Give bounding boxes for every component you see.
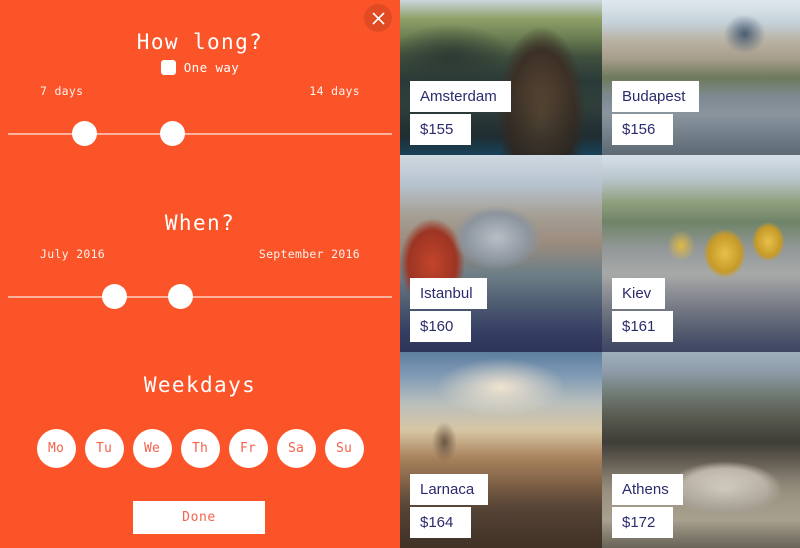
one-way-label: One way xyxy=(183,60,240,75)
one-way-toggle[interactable]: One way xyxy=(0,60,400,75)
weekday-selector: Mo Tu We Th Fr Sa Su xyxy=(0,429,400,468)
destination-price: $160 xyxy=(410,311,472,342)
date-track-wrap[interactable] xyxy=(0,277,400,317)
duration-handle-min[interactable] xyxy=(71,121,97,146)
weekday-pill-mo[interactable]: Mo xyxy=(36,429,76,468)
destination-city-name: Kiev xyxy=(612,278,666,309)
weekday-pill-tu[interactable]: Tu xyxy=(84,429,124,468)
weekday-label: Tu xyxy=(95,441,113,456)
section-title-weekdays: Weekdays xyxy=(143,373,257,397)
destination-label-stack: Amsterdam $155 xyxy=(410,81,511,145)
weekday-label: Su xyxy=(335,441,353,456)
destination-label-stack: Athens $172 xyxy=(612,474,683,538)
date-min-label: July 2016 xyxy=(40,247,106,261)
date-range-labels: July 2016 September 2016 xyxy=(40,247,360,265)
date-handle-min[interactable] xyxy=(101,284,127,309)
duration-max-label: 14 days xyxy=(309,84,360,98)
section-title-duration: How long? xyxy=(136,30,264,54)
destination-label-stack: Kiev $161 xyxy=(612,278,674,342)
done-button[interactable]: Done xyxy=(133,501,265,534)
weekday-pill-fr[interactable]: Fr xyxy=(228,429,268,468)
travel-search-screen: How long? One way 7 days 14 days When? J… xyxy=(0,0,800,548)
duration-track[interactable] xyxy=(8,133,392,135)
weekday-label: Sa xyxy=(287,441,305,456)
close-panel-button[interactable] xyxy=(364,4,392,32)
destination-card-amsterdam[interactable]: Amsterdam $155 xyxy=(400,0,602,155)
weekday-label: We xyxy=(143,441,161,456)
destination-price: $164 xyxy=(410,507,472,538)
weekday-pill-sa[interactable]: Sa xyxy=(276,429,316,468)
close-icon xyxy=(372,12,384,24)
weekday-pill-su[interactable]: Su xyxy=(324,429,364,468)
filter-panel: How long? One way 7 days 14 days When? J… xyxy=(0,0,400,548)
destination-city-name: Athens xyxy=(612,474,683,505)
destination-grid: Amsterdam $155 Budapest $156 Istanbul $160 Kie… xyxy=(400,0,800,548)
destination-label-stack: Larnaca $164 xyxy=(410,474,489,538)
destination-price: $156 xyxy=(612,114,674,145)
destination-label-stack: Istanbul $160 xyxy=(410,278,487,342)
duration-min-label: 7 days xyxy=(40,84,84,98)
duration-range-slider[interactable]: 7 days 14 days xyxy=(0,84,400,154)
date-handle-max[interactable] xyxy=(167,284,193,309)
section-title-when: When? xyxy=(164,211,236,235)
weekday-label: Fr xyxy=(239,441,257,456)
destination-card-kiev[interactable]: Kiev $161 xyxy=(602,155,800,352)
destination-price: $155 xyxy=(410,114,472,145)
destination-city-name: Larnaca xyxy=(410,474,489,505)
destination-city-name: Amsterdam xyxy=(410,81,511,112)
weekday-label: Mo xyxy=(47,441,65,456)
duration-handle-max[interactable] xyxy=(159,121,185,146)
weekday-pill-th[interactable]: Th xyxy=(180,429,220,468)
destination-card-budapest[interactable]: Budapest $156 xyxy=(602,0,800,155)
destination-label-stack: Budapest $156 xyxy=(612,81,700,145)
destination-city-name: Istanbul xyxy=(410,278,487,309)
date-track[interactable] xyxy=(8,296,392,298)
duration-track-wrap[interactable] xyxy=(0,114,400,154)
date-range-slider[interactable]: July 2016 September 2016 xyxy=(0,247,400,317)
duration-range-labels: 7 days 14 days xyxy=(40,84,360,102)
destination-price: $172 xyxy=(612,507,674,538)
weekday-label: Th xyxy=(191,441,209,456)
destination-city-name: Budapest xyxy=(612,81,700,112)
date-max-label: September 2016 xyxy=(258,247,360,261)
weekday-pill-we[interactable]: We xyxy=(132,429,172,468)
destination-card-istanbul[interactable]: Istanbul $160 xyxy=(400,155,602,352)
one-way-checkbox[interactable] xyxy=(160,60,176,75)
destination-card-athens[interactable]: Athens $172 xyxy=(602,352,800,548)
destination-price: $161 xyxy=(612,311,674,342)
destination-card-larnaca[interactable]: Larnaca $164 xyxy=(400,352,602,548)
